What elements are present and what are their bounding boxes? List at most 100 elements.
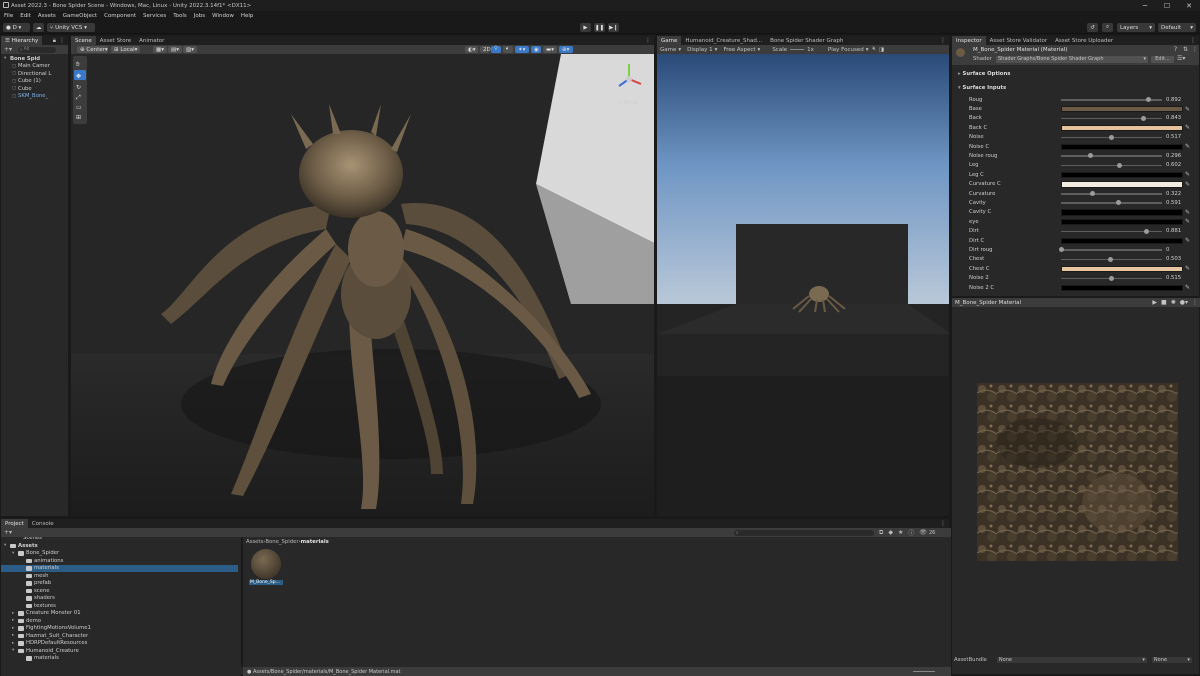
color-swatch[interactable] <box>1061 105 1183 113</box>
cloud-icon[interactable]: ☁ <box>33 23 44 32</box>
space-dropdown[interactable]: ⊞ Local ▾ <box>111 46 140 53</box>
folder-item[interactable]: materials <box>20 655 59 663</box>
folder-item[interactable]: ▸ demo <box>12 617 41 625</box>
menu-item-component[interactable]: Component <box>104 13 136 19</box>
folder-item[interactable]: ▸ Hazmat_Suit_Character <box>12 632 88 640</box>
slider-knob[interactable] <box>1140 115 1146 121</box>
surface-options-foldout[interactable]: ▸ Surface Options <box>958 71 1010 77</box>
eyedropper-icon[interactable]: ✎ <box>1185 237 1190 244</box>
menu-item-gameobject[interactable]: GameObject <box>63 13 97 19</box>
color-swatch[interactable] <box>1061 218 1183 226</box>
folder-item[interactable]: scene <box>20 587 50 595</box>
property-slider[interactable] <box>1061 164 1162 167</box>
folder-item[interactable]: animations <box>20 557 63 565</box>
effects-toggle-icon[interactable]: ✦▾ <box>515 46 529 53</box>
folder-item[interactable]: ▸ Creature Monster 01 <box>12 610 81 618</box>
pause-button[interactable]: ❚❚ <box>594 23 605 32</box>
eyedropper-icon[interactable]: ✎ <box>1185 124 1190 131</box>
shader-dropdown[interactable]: Shader Graphs/Bone Spider Shader Graph ▾ <box>996 55 1148 63</box>
slider-knob[interactable] <box>1145 97 1151 102</box>
breadcrumb-item[interactable]: Bone_Spider <box>265 539 298 545</box>
scenes-folder-cut[interactable]: Scenes <box>23 537 42 542</box>
property-value[interactable]: 0.515 <box>1166 275 1181 281</box>
hierarchy-search-input[interactable]: ⌕ All <box>18 46 57 53</box>
shader-menu-icon[interactable]: ☰▾ <box>1177 55 1185 62</box>
folder-item[interactable]: ▾ Bone_Spider <box>12 550 59 558</box>
layers-dropdown[interactable]: Layers ▾ <box>1117 23 1155 32</box>
search-by-label-icon[interactable]: ◆ <box>888 529 893 536</box>
hierarchy-item[interactable]: ▾ Bone Spid <box>4 55 40 63</box>
tab-game-1[interactable]: Humanoid_Creature_Shad... <box>681 36 766 45</box>
transform-tool-icon[interactable]: ⊞ <box>76 114 81 121</box>
menu-item-edit[interactable]: Edit <box>20 13 31 19</box>
audio-toggle-icon[interactable]: 🔈︎ <box>503 46 513 53</box>
lock-icon[interactable]: 🔒︎ <box>53 37 56 45</box>
menu-item-tools[interactable]: Tools <box>173 13 187 19</box>
layout-dropdown[interactable]: Default ▾ <box>1158 23 1196 32</box>
search-by-type-icon[interactable]: ⧉ <box>879 529 883 537</box>
vcs-button[interactable]: ⑂ Unity VCS ▾ <box>47 23 95 32</box>
scale-slider[interactable] <box>790 49 805 50</box>
property-value[interactable]: 0.517 <box>1166 134 1181 140</box>
tab-project-1[interactable]: Console <box>28 519 58 528</box>
property-value[interactable]: 0.843 <box>1166 115 1181 121</box>
eyedropper-icon[interactable]: ✎ <box>1185 265 1190 272</box>
play-mode-dropdown[interactable]: Play Focused <box>828 47 864 53</box>
tab-game-2[interactable]: Bone Spider Shader Graph <box>766 36 847 45</box>
material-preview-texture[interactable] <box>977 383 1178 561</box>
rotate-tool-icon[interactable]: ↻ <box>76 84 81 91</box>
preview-shape-icon[interactable]: ■ <box>1161 299 1167 306</box>
kebab-menu-icon[interactable]: ⋮ <box>1192 299 1198 306</box>
menu-item-file[interactable]: File <box>4 13 13 19</box>
kebab-menu-icon[interactable]: ⋮ <box>940 520 946 527</box>
rect-tool-icon[interactable]: ▭ <box>76 104 82 111</box>
tab-scene-0[interactable]: Scene <box>71 36 96 45</box>
slider-knob[interactable] <box>1059 247 1064 253</box>
property-value[interactable]: 0 <box>1166 247 1169 253</box>
tab-inspector-0[interactable]: Inspector <box>952 36 986 45</box>
eyedropper-icon[interactable]: ✎ <box>1185 171 1190 178</box>
gizmos-toggle-icon[interactable]: ⊕▾ <box>559 46 573 53</box>
folder-item[interactable]: ▾ Humanoid_Creature <box>12 647 79 655</box>
folder-item[interactable]: prefab <box>20 580 51 588</box>
minimize-button[interactable]: ─ <box>1134 0 1156 11</box>
kebab-menu-icon[interactable]: ⋮ <box>645 37 651 44</box>
edit-shader-button[interactable]: Edit... <box>1151 55 1174 63</box>
property-value[interactable]: 0.503 <box>1166 256 1181 262</box>
add-icon[interactable]: +▾ <box>4 46 12 53</box>
slider-knob[interactable] <box>1090 191 1096 196</box>
material-asset-tile[interactable]: M_Bone_Sp... <box>249 549 283 589</box>
color-swatch[interactable] <box>1061 209 1183 216</box>
color-swatch[interactable] <box>1061 237 1183 244</box>
grid-visibility-icon[interactable]: ▤▾ <box>168 46 182 53</box>
tab-project-0[interactable]: Project <box>1 519 28 528</box>
persp-label[interactable]: < Persp <box>617 100 639 106</box>
hierarchy-item[interactable]: ▢ SKM_Bone_ <box>12 93 48 101</box>
property-value[interactable]: 0.296 <box>1166 153 1181 159</box>
slider-knob[interactable] <box>1109 134 1115 140</box>
draw-mode-icon[interactable]: ◐▾ <box>465 46 478 53</box>
surface-inputs-foldout[interactable]: ▾ Surface Inputs <box>958 85 1006 91</box>
color-swatch[interactable] <box>1061 284 1183 291</box>
property-value[interactable]: 0.591 <box>1166 200 1181 206</box>
kebab-menu-icon[interactable]: ⋮ <box>1190 37 1196 44</box>
tab-inspector-2[interactable]: Asset Store Uploader <box>1051 36 1117 45</box>
property-value[interactable]: 0.881 <box>1166 228 1181 234</box>
move-tool-icon[interactable]: ✥ <box>76 73 81 80</box>
preview-sphere-icon[interactable]: ●▾ <box>1180 299 1188 306</box>
tab-scene-2[interactable]: Animator <box>135 36 168 45</box>
maximize-button[interactable]: ☐ <box>1156 0 1178 11</box>
slider-knob[interactable] <box>1087 153 1093 159</box>
property-value[interactable]: 0.602 <box>1166 162 1181 168</box>
property-slider[interactable] <box>1061 117 1162 120</box>
project-search-input[interactable]: ⌕ <box>734 529 875 536</box>
play-button[interactable]: ▶ <box>580 23 591 32</box>
favorites-icon[interactable]: ★ <box>898 529 903 536</box>
menu-item-help[interactable]: Help <box>241 13 254 19</box>
lighting-toggle-icon[interactable]: 💡︎ <box>491 46 501 53</box>
game-mode-dropdown[interactable]: Game <box>660 47 676 53</box>
game-viewport[interactable] <box>657 54 950 517</box>
step-button[interactable]: ▶❙ <box>608 23 619 32</box>
stats-icon[interactable]: ◨ <box>879 47 884 53</box>
preset-icon[interactable]: ⇅ <box>1183 46 1188 53</box>
